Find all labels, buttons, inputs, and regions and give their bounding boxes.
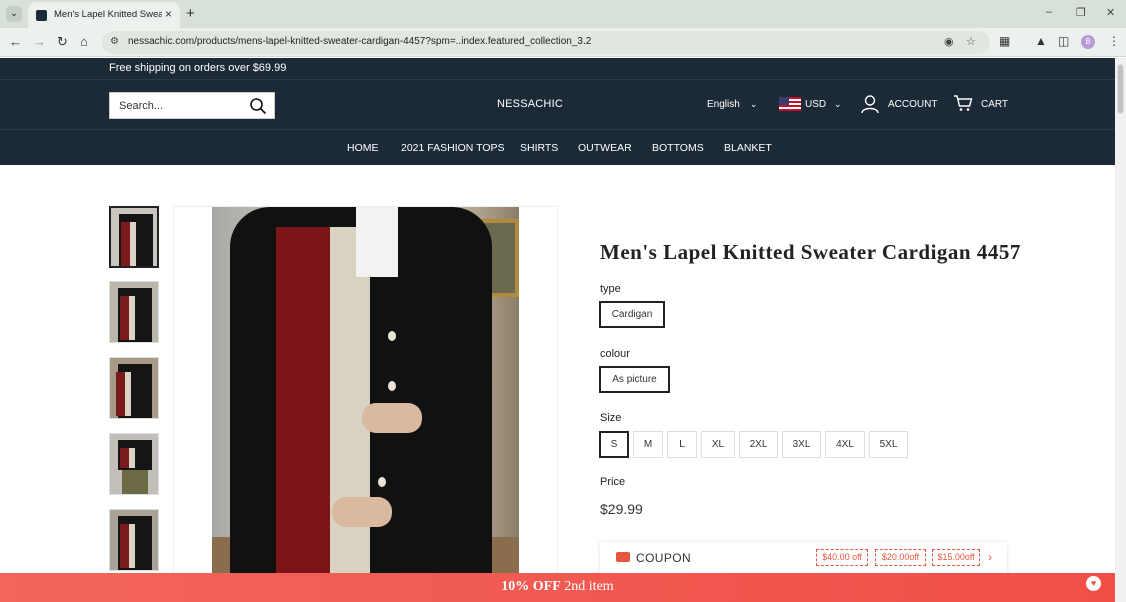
chevron-right-icon[interactable]: ›	[988, 550, 992, 564]
thumbnail-image[interactable]	[109, 206, 159, 268]
nav-item-fashion-tops[interactable]: 2021 FASHION TOPS	[401, 142, 505, 154]
nav-item-bottoms[interactable]: BOTTOMS	[652, 142, 704, 154]
language-selector[interactable]: English ⌄	[707, 99, 757, 110]
size-option-xl[interactable]: XL	[701, 431, 735, 458]
promo-banner[interactable]: 10% OFF 2nd item ♥	[0, 573, 1115, 602]
browser-toolbar: ← → ↻ ⌂ ⚙ nessachic.com/products/mens-la…	[0, 28, 1126, 57]
nav-item-shirts[interactable]: SHIRTS	[520, 142, 558, 154]
browser-tab[interactable]: Men's Lapel Knitted Sweater Ca ×	[28, 2, 180, 28]
eye-off-icon[interactable]: ◉	[944, 35, 954, 48]
nav-item-blanket[interactable]: BLANKET	[724, 142, 772, 154]
address-bar[interactable]: ⚙ nessachic.com/products/mens-lapel-knit…	[102, 31, 990, 54]
close-window-icon[interactable]: ✕	[1106, 6, 1115, 19]
url-text[interactable]: nessachic.com/products/mens-lapel-knitte…	[128, 36, 591, 47]
announcement-bar: Free shipping on orders over $69.99	[0, 58, 1115, 80]
bookmark-star-icon[interactable]: ☆	[966, 35, 976, 48]
type-label: type	[600, 283, 621, 295]
product-price: $29.99	[600, 501, 643, 517]
thumbnail-image[interactable]	[109, 281, 159, 343]
search-input[interactable]	[110, 93, 240, 118]
site-logo[interactable]: NESSACHIC	[497, 98, 563, 110]
close-tab-icon[interactable]: ×	[165, 7, 172, 21]
cart-label: CART	[981, 99, 1009, 110]
colour-label: colour	[600, 348, 630, 360]
product-photo	[212, 207, 519, 602]
user-icon	[861, 95, 879, 114]
extensions-icon[interactable]: ▦	[999, 34, 1010, 48]
account-link[interactable]: ACCOUNT	[860, 94, 937, 116]
us-flag-icon	[779, 97, 801, 111]
coupon-chip[interactable]: $15.00off	[932, 549, 980, 566]
gift-icon[interactable]: ♥	[1086, 576, 1101, 591]
size-option-5xl[interactable]: 5XL	[869, 431, 908, 458]
promo-text: 10% OFF 2nd item	[0, 579, 1115, 595]
main-nav: HOME 2021 FASHION TOPS SHIRTS OUTWEAR BO…	[0, 130, 1115, 165]
back-icon[interactable]: ←	[9, 34, 22, 49]
minimize-icon[interactable]: –	[1046, 6, 1052, 18]
thumbnail-image[interactable]	[109, 357, 159, 419]
thumbnail-image[interactable]	[109, 433, 159, 495]
tab-search-icon[interactable]: ⌄	[6, 6, 22, 22]
web-page: Free shipping on orders over $69.99 NESS…	[0, 58, 1115, 602]
tab-title: Men's Lapel Knitted Sweater Ca	[54, 9, 162, 20]
restore-icon[interactable]: ❐	[1076, 6, 1086, 19]
new-tab-icon[interactable]: +	[186, 5, 195, 22]
product-title: Men's Lapel Knitted Sweater Cardigan 445…	[600, 240, 1021, 264]
reload-icon[interactable]: ↻	[57, 34, 68, 50]
announcement-text: Free shipping on orders over $69.99	[109, 62, 287, 74]
labs-icon[interactable]: ▲	[1035, 34, 1047, 48]
browser-menu-icon[interactable]: ⋮	[1108, 34, 1120, 48]
size-option-2xl[interactable]: 2XL	[739, 431, 778, 458]
site-info-icon[interactable]: ⚙	[110, 36, 119, 47]
nav-item-home[interactable]: HOME	[347, 142, 379, 154]
site-header: NESSACHIC English ⌄ USD ⌄ ACCOUNT CART	[0, 80, 1115, 130]
home-icon[interactable]: ⌂	[80, 34, 88, 49]
scrollbar-thumb[interactable]	[1117, 64, 1124, 114]
size-option-l[interactable]: L	[667, 431, 697, 458]
browser-tab-strip: ⌄ Men's Lapel Knitted Sweater Ca × + – ❐…	[0, 0, 1126, 28]
main-product-image[interactable]	[173, 206, 558, 602]
language-label: English	[707, 99, 740, 110]
promo-bold-text: 10% OFF	[501, 579, 561, 594]
page-scrollbar[interactable]	[1115, 58, 1126, 602]
forward-icon[interactable]: →	[33, 34, 46, 49]
coupon-ticket-icon	[616, 552, 630, 562]
cart-link[interactable]: CART	[953, 94, 1008, 116]
side-panel-icon[interactable]: ◫	[1058, 34, 1069, 48]
size-option-s[interactable]: S	[599, 431, 629, 458]
search-box[interactable]	[109, 92, 275, 119]
coupon-label: COUPON	[636, 551, 692, 565]
chevron-down-icon: ⌄	[834, 99, 842, 109]
coupon-chip[interactable]: $40.00 off	[816, 549, 868, 566]
account-label: ACCOUNT	[888, 99, 938, 110]
profile-avatar[interactable]: B	[1081, 35, 1095, 49]
price-label: Price	[600, 476, 626, 488]
type-option-cardigan[interactable]: Cardigan	[599, 301, 665, 328]
colour-option-as-picture[interactable]: As picture	[599, 366, 670, 393]
thumbnail-image[interactable]	[109, 509, 159, 571]
size-option-3xl[interactable]: 3XL	[782, 431, 821, 458]
nav-item-outwear[interactable]: OUTWEAR	[578, 142, 632, 154]
chevron-down-icon: ⌄	[749, 99, 758, 109]
currency-label: USD	[805, 99, 827, 110]
search-icon[interactable]	[249, 97, 267, 115]
cart-icon	[954, 95, 973, 111]
size-option-4xl[interactable]: 4XL	[825, 431, 865, 458]
size-option-m[interactable]: M	[633, 431, 663, 458]
promo-rest-text: 2nd item	[560, 579, 614, 594]
coupon-chip[interactable]: $20.00off	[875, 549, 926, 566]
site-favicon-icon	[36, 10, 47, 21]
size-label: Size	[600, 412, 622, 424]
